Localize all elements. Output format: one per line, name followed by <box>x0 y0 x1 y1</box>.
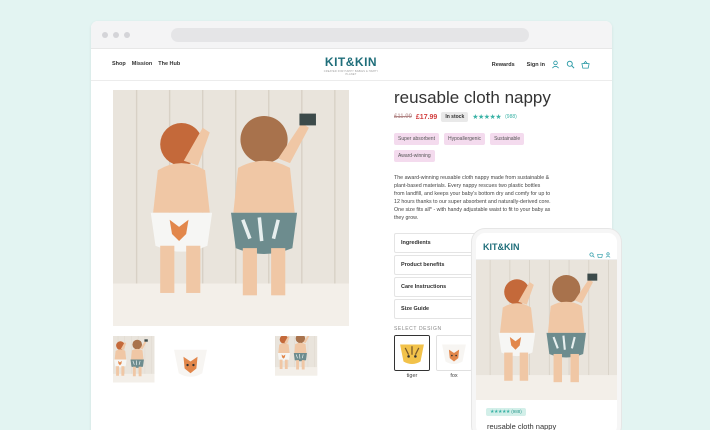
search-icon[interactable] <box>566 60 575 69</box>
nav-rewards[interactable]: Rewards <box>492 62 515 68</box>
search-icon[interactable] <box>589 245 595 258</box>
basket-icon[interactable] <box>597 245 603 258</box>
price-row: £11.99 £17.99 In stock ★★★★★ (988) <box>394 112 559 122</box>
tag-hypoallergenic: Hypoallergenic <box>443 133 486 145</box>
accordion-label: Ingredients <box>401 239 431 246</box>
user-icon[interactable] <box>605 245 611 258</box>
thumbnail-3[interactable] <box>221 336 268 387</box>
browser-chrome <box>91 21 612 49</box>
nav-signin[interactable]: Sign in <box>527 62 545 68</box>
design-label: tiger <box>406 372 418 379</box>
mobile-header: KIT&KIN <box>476 233 617 260</box>
rating-stars[interactable]: ★★★★★ <box>472 113 501 121</box>
main-nav: Shop Mission The Hub <box>112 61 180 67</box>
nav-shop[interactable]: Shop <box>112 61 126 67</box>
thumbnail-1[interactable] <box>113 336 160 387</box>
review-count: (988) <box>511 409 522 414</box>
basket-icon[interactable] <box>581 60 590 69</box>
design-fox[interactable]: fox <box>436 334 472 379</box>
old-price: £11.99 <box>394 114 412 120</box>
product-main-image[interactable] <box>113 90 349 326</box>
stock-badge: In stock <box>441 112 469 122</box>
mobile-product-title: reusable cloth nappy <box>487 422 557 430</box>
tag-super-absorbent: Super absorbent <box>394 133 439 145</box>
thumbnail-strip <box>113 336 345 387</box>
user-icon[interactable] <box>551 60 560 69</box>
mobile-rating[interactable]: ★★★★★ (988) <box>486 408 526 416</box>
design-swatch[interactable] <box>394 334 430 371</box>
feature-tags: Super absorbent Hypoallergenic Sustainab… <box>394 133 549 162</box>
tag-award-winning: Award-winning <box>394 150 435 162</box>
site-header: Shop Mission The Hub KIT&KIN CREATED FOR… <box>91 49 612 81</box>
product-description: The award-winning reusable cloth nappy m… <box>394 174 552 223</box>
accordion-label: Product benefits <box>401 261 445 268</box>
window-dot-2 <box>113 32 119 38</box>
window-dot-1 <box>102 32 108 38</box>
review-count[interactable]: (988) <box>505 114 517 120</box>
thumbnail-5[interactable] <box>329 336 345 387</box>
logo-text: KIT&KIN <box>324 55 378 69</box>
design-tiger[interactable]: tiger <box>394 334 430 379</box>
mobile-product-image[interactable] <box>476 260 617 400</box>
nav-mission[interactable]: Mission <box>132 61 152 67</box>
mobile-icons <box>589 245 611 258</box>
mobile-logo[interactable]: KIT&KIN <box>483 242 520 252</box>
address-bar[interactable] <box>171 28 529 42</box>
description-text-cont: naturally-derived core. <box>498 199 551 206</box>
mobile-preview: KIT&KIN ★★★★★ (988) reusable cloth nappy <box>472 229 621 430</box>
window-dot-3 <box>124 32 130 38</box>
thumbnail-4[interactable] <box>275 336 322 387</box>
nav-hub[interactable]: The Hub <box>158 61 180 67</box>
tag-sustainable: Sustainable <box>490 133 525 145</box>
thumbnail-2[interactable] <box>167 336 214 387</box>
account-nav: Rewards Sign in <box>492 60 590 69</box>
brand-logo[interactable]: KIT&KIN CREATED FOR HAPPY BABIES & HAPPY… <box>322 55 380 76</box>
product-title: reusable cloth nappy <box>394 88 551 107</box>
accordion-label: Size Guide <box>401 305 430 312</box>
accordion-label: Care Instructions <box>401 283 447 290</box>
design-label: fox <box>450 372 458 379</box>
description-size: One size fits all* - with handy adjustab… <box>394 207 551 222</box>
rating-stars: ★★★★★ <box>490 409 510 415</box>
current-price: £17.99 <box>415 113 438 121</box>
logo-tagline: CREATED FOR HAPPY BABIES & HAPPY PLANET <box>323 70 379 76</box>
design-swatch[interactable] <box>436 334 472 371</box>
